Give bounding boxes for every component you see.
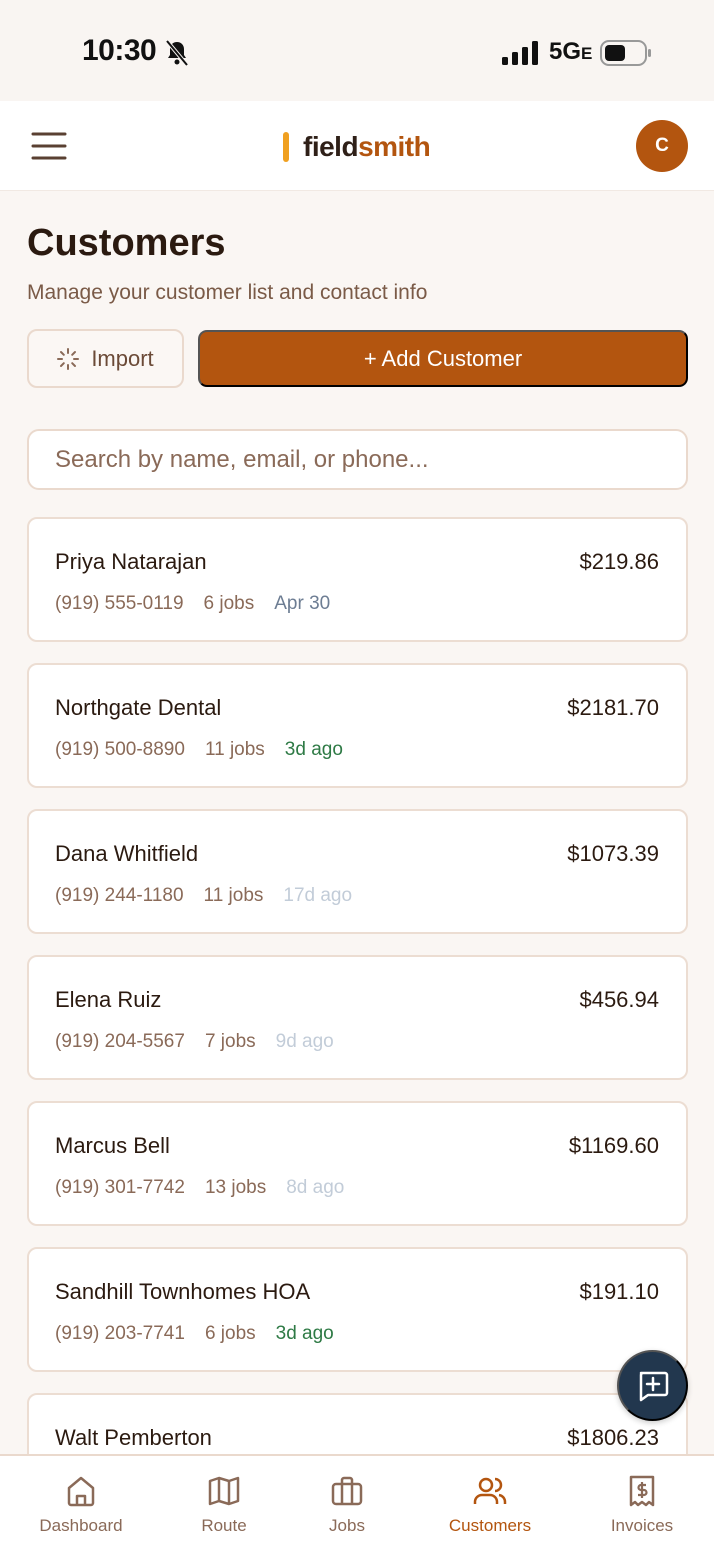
signal-bars-icon	[502, 41, 538, 65]
customer-phone: (919) 500-8890	[55, 739, 185, 760]
customer-name: Walt Pemberton	[55, 1425, 212, 1450]
battery-icon	[600, 40, 651, 66]
customer-card[interactable]: Elena Ruiz $456.94 (919) 204-5567 7 jobs…	[27, 955, 688, 1080]
bell-slash-icon	[165, 39, 189, 67]
customer-phone: (919) 244-1180	[55, 885, 184, 906]
nav-item-jobs[interactable]: Jobs	[276, 1474, 418, 1536]
customer-amount: $2181.70	[567, 695, 659, 720]
nav-label: Invoices	[610, 1516, 674, 1535]
customer-phone: (919) 204-5567	[55, 1031, 185, 1052]
customer-card[interactable]: Marcus Bell $1169.60 (919) 301-7742 13 j…	[27, 1101, 688, 1226]
message-plus-icon	[639, 1371, 668, 1401]
customer-amount: $456.94	[579, 987, 659, 1012]
nav-label: Customers	[448, 1516, 532, 1535]
status-time: 10:30	[82, 34, 157, 67]
customer-amount: $1073.39	[567, 841, 659, 866]
loader-icon	[57, 347, 80, 370]
import-label: Import	[91, 345, 154, 371]
customer-jobs: 6 jobs	[204, 1323, 256, 1344]
nav-item-customers[interactable]: Customers	[419, 1474, 561, 1536]
status-bar: 10:30 5GE	[0, 0, 714, 101]
customer-card[interactable]: Priya Natarajan $219.86 (919) 555-0119 6…	[27, 517, 688, 642]
nav-item-dashboard[interactable]: Dashboard	[10, 1474, 152, 1536]
nav-label: Jobs	[329, 1516, 365, 1535]
users-icon	[473, 1477, 507, 1504]
nav-item-route[interactable]: Route	[153, 1474, 295, 1536]
briefcase-icon	[331, 1476, 363, 1506]
page-title: Customers	[27, 222, 226, 264]
customer-recency: 8d ago	[286, 1177, 345, 1198]
customer-amount: $1169.60	[568, 1133, 659, 1158]
page-subtitle: Manage your customer list and contact in…	[27, 281, 428, 304]
customer-jobs: 11 jobs	[203, 885, 264, 906]
user-avatar[interactable]: C	[636, 120, 688, 172]
customer-card[interactable]: Sandhill Townhomes HOA $191.10 (919) 203…	[27, 1247, 688, 1372]
customer-recency: 9d ago	[275, 1031, 334, 1052]
logo-text-field: field	[303, 131, 359, 162]
customer-meta: (919) 500-8890 11 jobs 3d ago	[55, 739, 343, 761]
customer-phone: (919) 203-7741	[55, 1323, 185, 1344]
customer-meta: (919) 555-0119 6 jobs Apr 30	[55, 593, 330, 615]
customer-meta: (919) 301-7742 13 jobs 8d ago	[55, 1177, 344, 1199]
customer-meta: (919) 204-5567 7 jobs 9d ago	[55, 1031, 334, 1053]
logo-mark	[283, 132, 289, 162]
customer-name: Elena Ruiz	[55, 987, 162, 1012]
customer-name: Northgate Dental	[55, 695, 222, 720]
customer-name: Marcus Bell	[55, 1133, 170, 1158]
customer-amount: $219.86	[579, 549, 659, 574]
nav-label: Route	[201, 1516, 247, 1535]
customer-amount: $1806.23	[567, 1425, 659, 1450]
add-customer-button[interactable]: + Add Customer	[198, 330, 688, 387]
customer-name: Priya Natarajan	[55, 549, 207, 574]
logo-text-smith: smith	[358, 131, 431, 162]
customer-jobs: 6 jobs	[203, 593, 255, 614]
nav-item-invoices[interactable]: Invoices	[571, 1474, 713, 1536]
customer-phone: (919) 555-0119	[55, 593, 184, 614]
invoice-icon	[629, 1475, 655, 1507]
app-header: fieldsmith C	[0, 101, 714, 191]
customer-card[interactable]: Dana Whitfield $1073.39 (919) 244-1180 1…	[27, 809, 688, 934]
feedback-fab-button[interactable]	[617, 1350, 688, 1421]
customer-recency: 3d ago	[275, 1323, 334, 1344]
import-button[interactable]: Import	[27, 329, 184, 388]
customer-recency: Apr 30	[274, 593, 331, 614]
customer-jobs: 11 jobs	[204, 739, 265, 760]
customer-phone: (919) 301-7742	[55, 1177, 185, 1198]
customer-recency: 17d ago	[283, 885, 353, 906]
customer-amount: $191.10	[579, 1279, 659, 1304]
network-type: 5GE	[549, 38, 593, 65]
search-input[interactable]	[27, 429, 688, 490]
customer-name: Sandhill Townhomes HOA	[55, 1279, 311, 1304]
bottom-nav: Dashboard Route Jobs Customers Invoices	[0, 1454, 714, 1551]
customer-recency: 3d ago	[284, 739, 343, 760]
home-icon	[67, 1476, 95, 1507]
nav-label: Dashboard	[39, 1516, 123, 1535]
customer-jobs: 7 jobs	[204, 1031, 256, 1052]
map-icon	[208, 1476, 240, 1506]
customer-card[interactable]: Northgate Dental $2181.70 (919) 500-8890…	[27, 663, 688, 788]
app-logo[interactable]: fieldsmith	[283, 129, 431, 165]
customer-name: Dana Whitfield	[55, 841, 199, 866]
hamburger-menu-icon[interactable]	[30, 129, 68, 163]
customer-meta: (919) 244-1180 11 jobs 17d ago	[55, 885, 352, 907]
customer-meta: (919) 203-7741 6 jobs 3d ago	[55, 1323, 334, 1345]
customer-jobs: 13 jobs	[204, 1177, 267, 1198]
